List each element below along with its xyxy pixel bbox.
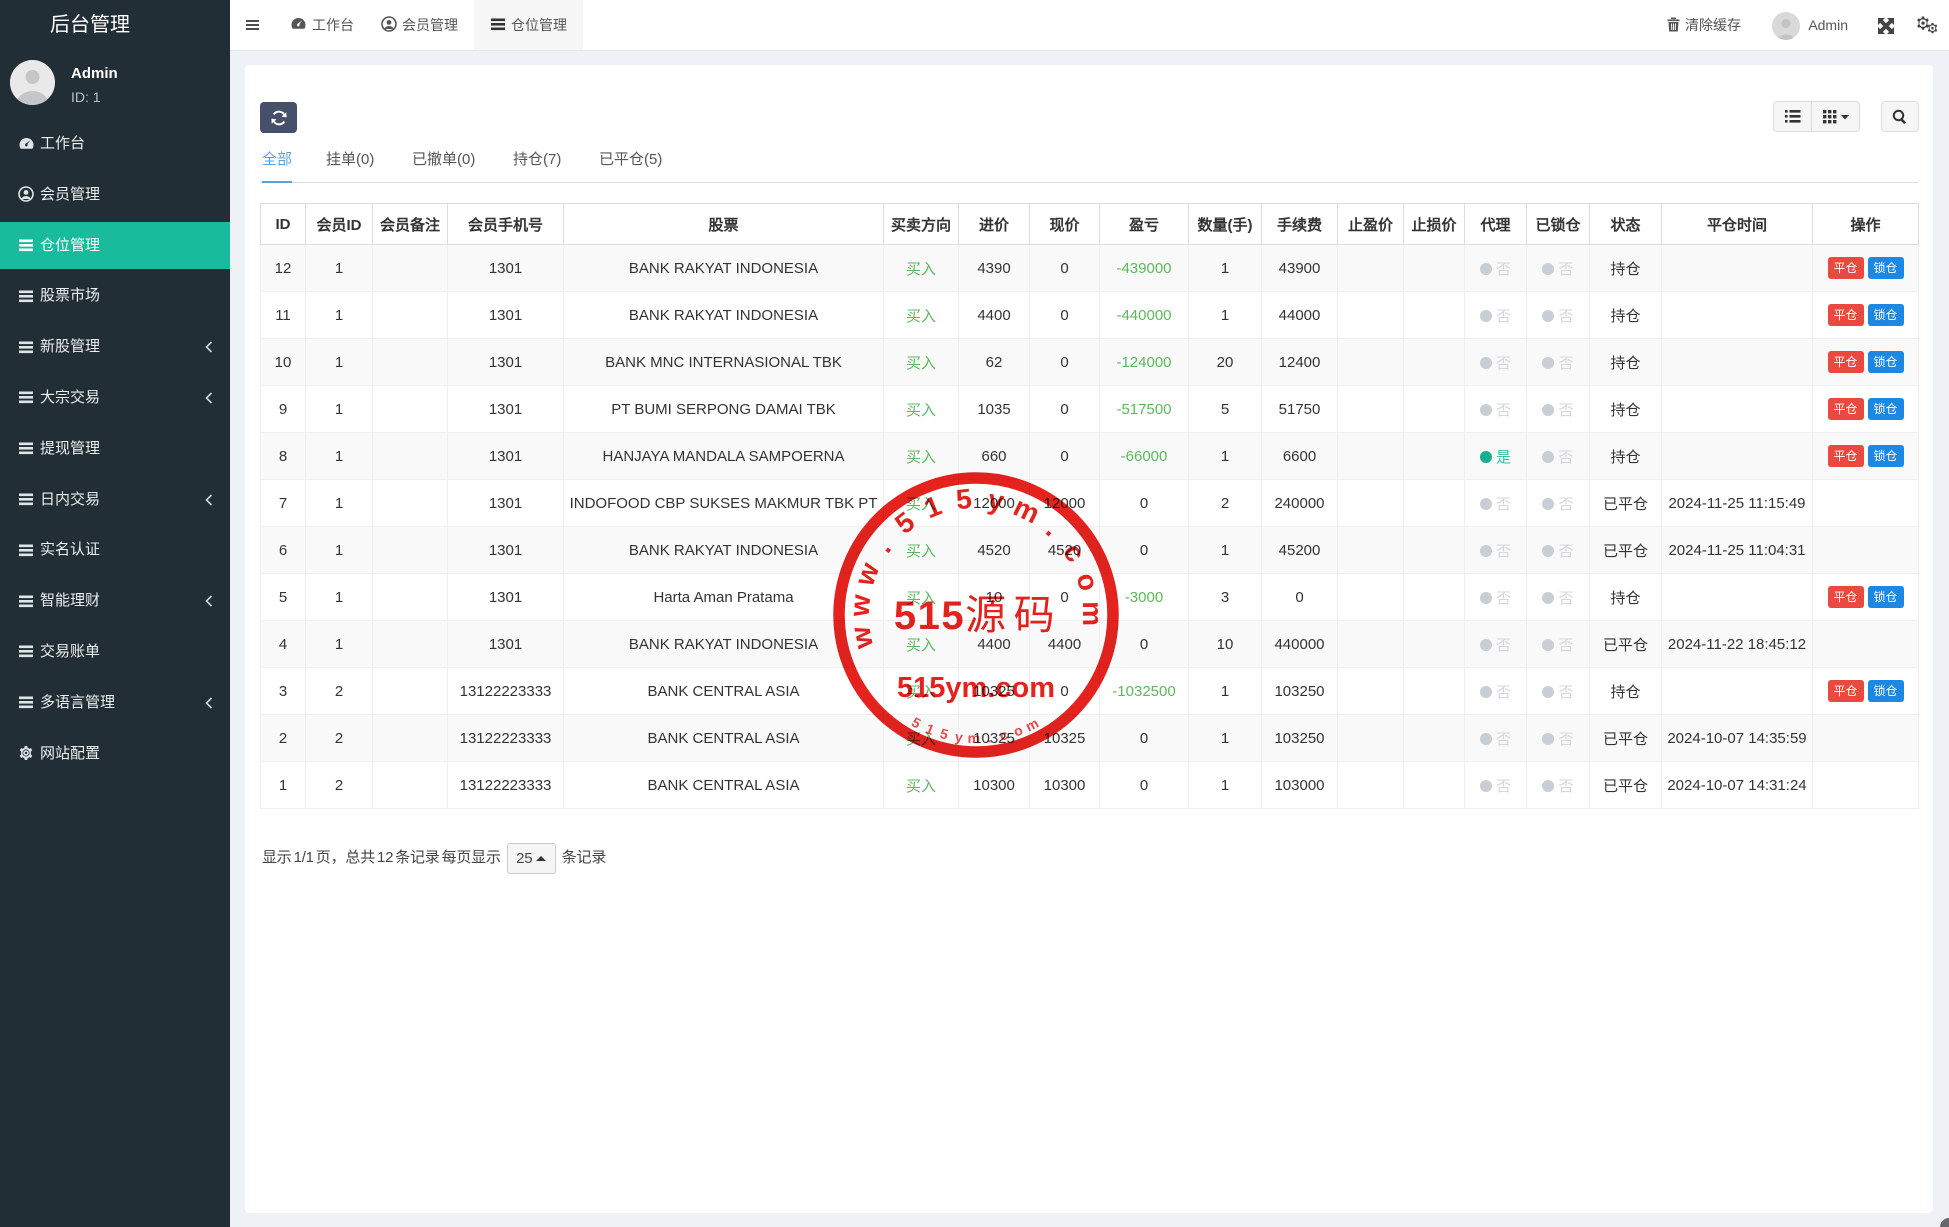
svg-text:w: w: [844, 624, 879, 653]
svg-text:w: w: [843, 593, 876, 618]
svg-text:.: .: [867, 534, 897, 559]
svg-text:c: c: [1057, 538, 1092, 568]
svg-text:w: w: [848, 558, 885, 590]
svg-text:1: 1: [919, 490, 945, 525]
svg-text:5: 5: [938, 725, 950, 743]
svg-text:c: c: [998, 726, 1009, 743]
svg-text:.: .: [986, 729, 992, 745]
svg-text:y: y: [985, 484, 1006, 517]
svg-text:1: 1: [923, 720, 936, 738]
svg-text:o: o: [1011, 722, 1025, 740]
svg-text:o: o: [1070, 569, 1105, 594]
svg-text:5: 5: [954, 483, 973, 515]
svg-text:515源码: 515源码: [893, 592, 1055, 638]
svg-text:5: 5: [889, 506, 920, 540]
svg-text:m: m: [1076, 601, 1107, 626]
svg-text:515ym.com: 515ym.com: [897, 672, 1055, 704]
svg-text:y: y: [953, 728, 963, 745]
svg-text:m: m: [967, 730, 980, 746]
svg-text:.: .: [1040, 514, 1066, 542]
svg-text:5: 5: [909, 714, 924, 732]
